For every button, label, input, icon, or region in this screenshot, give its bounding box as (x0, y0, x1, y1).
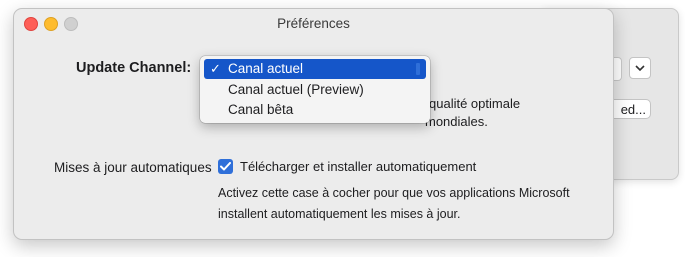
menu-item-label: Canal bêta (228, 102, 294, 117)
chevron-down-icon (635, 64, 645, 71)
auto-install-checkbox[interactable] (218, 159, 233, 174)
menu-item-canal-actuel-preview[interactable]: Canal actuel (Preview) (204, 80, 426, 100)
title-bar: Préférences (14, 9, 613, 39)
popup-arrows-icon (416, 63, 420, 75)
channel-description-line2: mondiales. (425, 114, 488, 129)
auto-updates-label: Mises à jour automatiques (54, 160, 212, 175)
menu-item-canal-actuel[interactable]: ✓ Canal actuel (204, 59, 426, 79)
update-channel-label: Update Channel: (76, 60, 192, 76)
menu-item-canal-beta[interactable]: Canal bêta (204, 100, 426, 120)
menu-item-label: Canal actuel (Preview) (228, 82, 364, 97)
preferences-window: Préférences Update Channel: qualité opti… (13, 8, 614, 240)
menu-item-label: Canal actuel (228, 61, 304, 76)
channel-description-line1: qualité optimale (429, 96, 521, 111)
window-title: Préférences (277, 16, 350, 31)
checkmark-icon: ✓ (210, 61, 221, 76)
auto-install-checkbox-label[interactable]: Télécharger et installer automatiquement (240, 159, 476, 174)
update-channel-dropdown-menu[interactable]: ✓ Canal actuel Canal actuel (Preview) Ca… (200, 56, 430, 123)
background-dropdown-button[interactable] (629, 57, 651, 79)
auto-updates-help-text: Activez cette case à cocher pour que vos… (218, 186, 570, 221)
checkmark-icon (220, 162, 231, 171)
